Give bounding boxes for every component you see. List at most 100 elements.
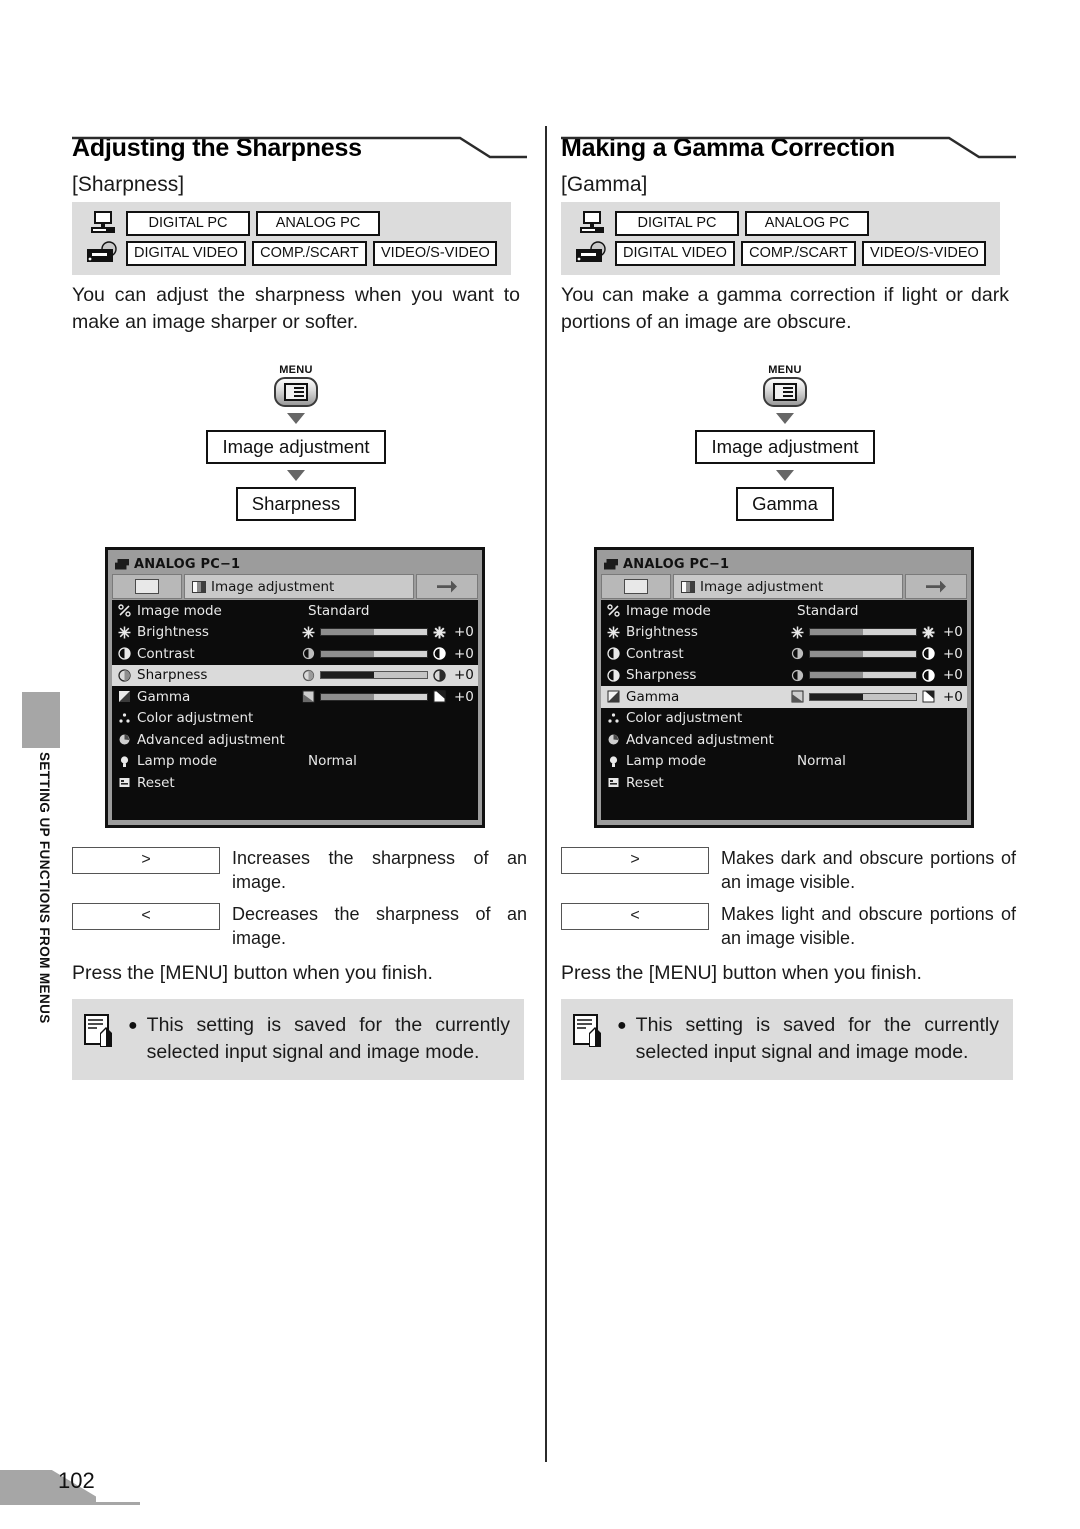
slider-track[interactable] [320, 649, 428, 658]
osd-row-label: Contrast [626, 645, 684, 662]
flow-arrow-1 [776, 413, 794, 424]
signal-row-pc: DIGITAL PC ANALOG PC [569, 208, 992, 238]
osd-row-advanced-adjustment[interactable]: Advanced adjustment [601, 729, 967, 751]
osd-row-label: Advanced adjustment [137, 731, 285, 748]
title-rule-decoration [561, 136, 1016, 159]
signal-row-video: DIGITAL VIDEO COMP./SCART VIDEO/S-VIDEO [569, 238, 992, 268]
osd-row-reset[interactable]: Reset [601, 772, 967, 794]
key-right-button[interactable]: > [561, 846, 709, 874]
osd-row-contrast[interactable]: Contrast +0 [601, 643, 967, 665]
osd-row-label: Advanced adjustment [626, 731, 774, 748]
flow-step-image-adjustment: Image adjustment [206, 430, 386, 464]
osd-row-value: Standard [308, 602, 370, 619]
osd-row-value: Normal [797, 753, 846, 770]
osd-slider-sharpness[interactable]: +0 [791, 667, 963, 683]
osd-row-value: +0 [454, 624, 474, 641]
osd-tab-image-adjustment[interactable]: Image adjustment [673, 574, 903, 599]
osd-slider-contrast[interactable]: +0 [302, 646, 474, 662]
slider-track[interactable] [809, 628, 917, 637]
osd-row-color-adjustment[interactable]: Color adjustment [601, 708, 967, 730]
osd-menu-list: Image mode Standard Brightness +0 Contra… [601, 600, 967, 820]
signal-badge-comp-scart: COMP./SCART [251, 240, 367, 266]
osd-row-lamp-mode[interactable]: Lamp mode Normal [112, 751, 478, 773]
osd-row-sharpness[interactable]: Sharpness +0 [112, 664, 478, 686]
contrast-min-icon [302, 647, 315, 660]
image-adjust-icon [681, 580, 695, 593]
osd-slider-contrast[interactable]: +0 [791, 646, 963, 662]
signal-row-video: DIGITAL VIDEO COMP./SCART VIDEO/S-VIDEO [80, 238, 503, 268]
osd-row-blank [601, 794, 967, 820]
osd-tab-install[interactable] [905, 574, 967, 599]
key-left-button[interactable]: < [72, 902, 220, 930]
slider-track[interactable] [809, 692, 917, 701]
osd-row-label: Reset [137, 774, 175, 791]
osd-row-advanced-adjustment[interactable]: Advanced adjustment [112, 729, 478, 751]
osd-row-label: Color adjustment [626, 710, 743, 727]
slider-track[interactable] [320, 671, 428, 680]
osd-row-label: Lamp mode [626, 753, 707, 770]
image-mode-icon [605, 604, 622, 617]
key-description: Makes light and obscure portions of an i… [721, 903, 1016, 948]
key-right-button[interactable]: > [72, 846, 220, 874]
brightness-max-icon [922, 626, 935, 639]
menu-button[interactable] [274, 377, 318, 407]
slider-track[interactable] [320, 692, 428, 701]
slider-track[interactable] [809, 649, 917, 658]
signal-badge-analog-pc: ANALOG PC [745, 210, 869, 236]
menu-button[interactable] [763, 377, 807, 407]
osd-slider-gamma[interactable]: +0 [302, 689, 474, 705]
section-intro-text: You can make a gamma correction if light… [561, 284, 1009, 333]
osd-tab-display[interactable] [601, 574, 671, 599]
osd-row-image-mode[interactable]: Image mode Standard [112, 600, 478, 622]
osd-row-label: Sharpness [137, 667, 208, 684]
osd-row-contrast[interactable]: Contrast +0 [112, 643, 478, 665]
note-text: This setting is saved for the currently … [635, 1013, 999, 1063]
osd-row-color-adjustment[interactable]: Color adjustment [112, 708, 478, 730]
osd-tab-display[interactable] [112, 574, 182, 599]
osd-row-label: Image mode [137, 602, 222, 619]
osd-slider-gamma[interactable]: +0 [791, 689, 963, 705]
osd-row-image-mode[interactable]: Image mode Standard [601, 600, 967, 622]
flow-step-target: Gamma [736, 487, 834, 521]
flow-arrow-2 [776, 470, 794, 481]
flow-arrow-1 [287, 413, 305, 424]
menu-button-caption: MENU [279, 364, 313, 376]
chapter-tab-label-wrap: SETTING UP FUNCTIONS FROM MENUS [22, 748, 60, 1024]
press-menu-instruction: Press the [MENU] button when you finish. [72, 961, 433, 984]
sharpness-max-icon [433, 669, 446, 682]
osd-row-brightness[interactable]: Brightness +0 [601, 622, 967, 644]
signal-badge-digital-pc: DIGITAL PC [126, 210, 250, 236]
osd-slider-sharpness[interactable]: +0 [302, 667, 474, 683]
note-bullet: ● [617, 1016, 627, 1034]
press-menu-instruction: Press the [MENU] button when you finish. [561, 961, 922, 984]
title-rule-decoration [72, 136, 527, 159]
osd-row-value: Standard [797, 602, 859, 619]
projector-icon [604, 558, 618, 570]
osd-tab-strip: Image adjustment [601, 574, 967, 599]
computer-icon [80, 210, 126, 236]
osd-slider-brightness[interactable]: +0 [791, 624, 963, 640]
osd-tab-install[interactable] [416, 574, 478, 599]
osd-row-gamma[interactable]: Gamma +0 [601, 686, 967, 708]
contrast-min-icon [791, 647, 804, 660]
sharpness-icon [116, 669, 133, 682]
osd-tab-image-adjustment[interactable]: Image adjustment [184, 574, 414, 599]
signal-badge-digital-video: DIGITAL VIDEO [126, 240, 246, 266]
osd-row-gamma[interactable]: Gamma +0 [112, 686, 478, 708]
note-text: This setting is saved for the currently … [146, 1013, 510, 1063]
slider-track[interactable] [809, 671, 917, 680]
osd-row-sharpness[interactable]: Sharpness +0 [601, 665, 967, 687]
key-description: Makes dark and obscure portions of an im… [721, 847, 1016, 892]
osd-slider-brightness[interactable]: +0 [302, 624, 474, 640]
section-intro-text: You can adjust the sharpness when you wa… [72, 284, 520, 333]
note-pencil-icon [84, 1013, 114, 1048]
slider-track[interactable] [320, 628, 428, 637]
osd-menu-screenshot: ANALOG PC−1 Image adjustment Image mode … [105, 547, 485, 828]
osd-signal-title-bar: ANALOG PC−1 [112, 554, 478, 574]
osd-row-reset[interactable]: Reset [112, 772, 478, 794]
osd-row-blank [112, 794, 478, 820]
osd-row-brightness[interactable]: Brightness +0 [112, 622, 478, 644]
osd-row-lamp-mode[interactable]: Lamp mode Normal [601, 751, 967, 773]
key-left-button[interactable]: < [561, 902, 709, 930]
gamma-icon [605, 690, 622, 703]
